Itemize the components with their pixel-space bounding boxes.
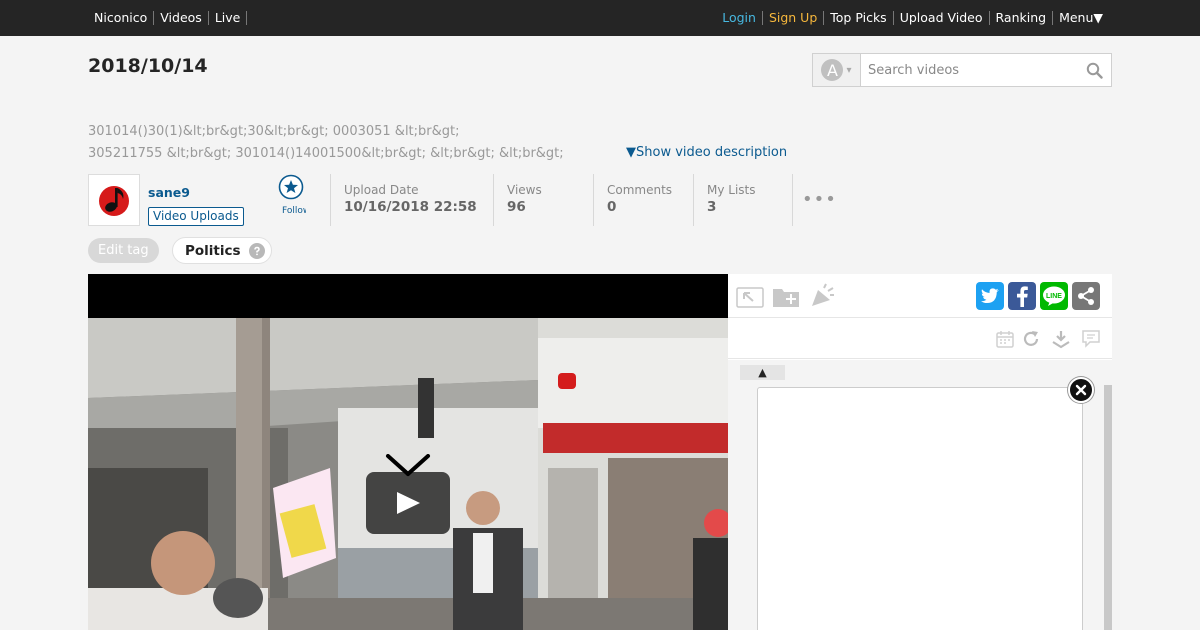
- video-player[interactable]: [88, 274, 728, 630]
- show-description-link[interactable]: ▼Show video description: [626, 145, 787, 160]
- nav-live[interactable]: Live: [207, 11, 247, 25]
- nav-niconico[interactable]: Niconico: [88, 11, 153, 25]
- search-input[interactable]: [861, 54, 1077, 86]
- top-nav-right: Login Sign Up Top Picks Upload Video Ran…: [716, 0, 1109, 36]
- more-options-icon[interactable]: •••: [792, 174, 837, 226]
- video-uploads-button[interactable]: Video Uploads: [148, 207, 244, 226]
- tag-label: Politics: [185, 242, 241, 259]
- video-description: 301014()30(1)&lt;br&gt;30&lt;br&gt; 0003…: [88, 121, 618, 165]
- tag-item[interactable]: Politics: [172, 237, 272, 264]
- line-icon: LINE: [1043, 286, 1065, 306]
- add-mylist-icon[interactable]: [772, 284, 800, 308]
- stat-label: Views: [507, 183, 542, 197]
- nav-top-picks[interactable]: Top Picks: [823, 11, 892, 25]
- stat-label: My Lists: [707, 183, 756, 197]
- twitter-icon: [981, 288, 999, 303]
- scrollbar[interactable]: [1104, 385, 1112, 630]
- video-title: 2018/10/14: [88, 55, 208, 77]
- nav-signup[interactable]: Sign Up: [761, 11, 823, 25]
- share-icon: [1078, 287, 1094, 305]
- play-button[interactable]: [366, 454, 450, 534]
- stat-label: Upload Date: [344, 183, 419, 197]
- stat-views: Views 96: [493, 174, 542, 226]
- stat-value: 10/16/2018 22:58: [344, 199, 477, 215]
- nav-menu[interactable]: Menu▼: [1052, 11, 1109, 25]
- play-icon: [386, 454, 430, 514]
- nav-videos[interactable]: Videos: [153, 11, 208, 25]
- close-icon[interactable]: [1068, 377, 1094, 403]
- calendar-icon[interactable]: [996, 330, 1014, 348]
- comment-toolbar: [728, 318, 1112, 359]
- nav-divider: [246, 11, 248, 25]
- clip-icon[interactable]: [736, 284, 764, 308]
- follow-button[interactable]: Follow: [276, 174, 306, 216]
- search-mode-icon: A: [821, 59, 844, 81]
- share-button[interactable]: [1072, 282, 1100, 310]
- star-icon: [278, 174, 304, 200]
- comment-icon[interactable]: [1082, 330, 1100, 348]
- stat-upload-date: Upload Date 10/16/2018 22:58: [330, 174, 477, 226]
- nav-login[interactable]: Login: [716, 11, 762, 25]
- owner-name[interactable]: sane9: [148, 185, 190, 200]
- stat-comments: Comments 0: [593, 174, 672, 226]
- nicoad-icon[interactable]: [808, 282, 836, 310]
- nav-ranking[interactable]: Ranking: [988, 11, 1053, 25]
- stat-value: 96: [507, 199, 526, 215]
- avatar[interactable]: [88, 174, 140, 226]
- panel-toolbar: LINE: [728, 274, 1112, 318]
- tag-info-icon[interactable]: [248, 242, 265, 259]
- scroll-down-icon[interactable]: [1051, 329, 1071, 349]
- twitter-share-button[interactable]: [976, 282, 1004, 310]
- stat-value: 0: [607, 199, 617, 215]
- comment-list-box: [757, 387, 1083, 630]
- stat-value: 3: [707, 199, 717, 215]
- facebook-share-button[interactable]: [1008, 282, 1036, 310]
- description-line: 305211755 &lt;br&gt; 301014()14001500&lt…: [88, 146, 564, 161]
- stat-label: Comments: [607, 183, 673, 197]
- description-line: 301014()30(1)&lt;br&gt;30&lt;br&gt; 0003…: [88, 124, 460, 139]
- refresh-icon[interactable]: [1021, 329, 1041, 349]
- side-panel: LINE ▲: [728, 274, 1112, 630]
- search-mode-selector[interactable]: A ▾: [813, 54, 861, 86]
- comment-list: ▲: [728, 360, 1112, 630]
- edit-tag-button[interactable]: Edit tag: [88, 238, 159, 263]
- search-icon[interactable]: [1077, 54, 1111, 86]
- top-nav-left: Niconico Videos Live: [88, 0, 248, 36]
- chevron-down-icon: ▾: [846, 64, 852, 76]
- search-box: A ▾: [812, 53, 1112, 87]
- follow-label: Follow: [282, 206, 306, 216]
- sort-toggle[interactable]: ▲: [740, 365, 785, 380]
- top-navigation-bar: Niconico Videos Live Login Sign Up Top P…: [0, 0, 1200, 36]
- line-share-button[interactable]: LINE: [1040, 282, 1068, 310]
- svg-text:LINE: LINE: [1046, 293, 1062, 300]
- music-note-icon: [99, 186, 129, 216]
- stat-my-lists: My Lists 3: [693, 174, 756, 226]
- facebook-icon: [1017, 286, 1028, 307]
- nav-upload-video[interactable]: Upload Video: [892, 11, 989, 25]
